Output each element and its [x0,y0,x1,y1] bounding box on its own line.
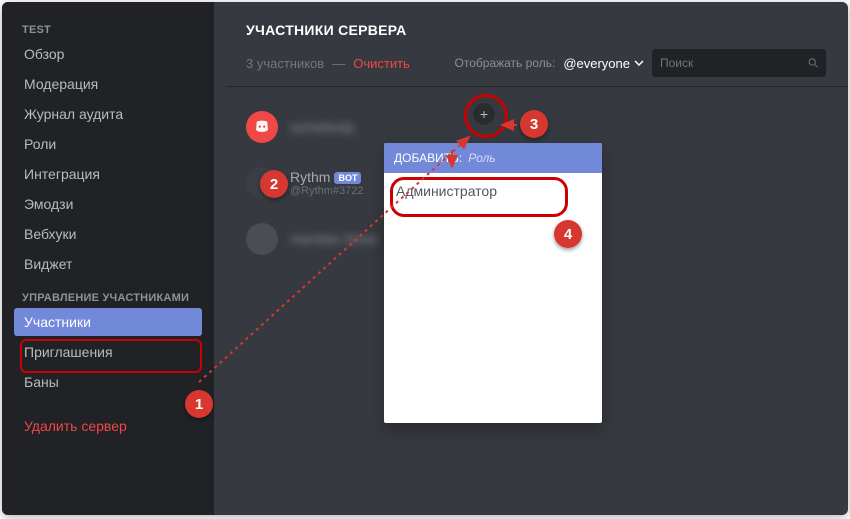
search-input[interactable] [658,55,807,71]
popup-header: ДОБАВИТЬ: [384,143,602,173]
main-panel: УЧАСТНИКИ СЕРВЕРА 3 участников — Очистит… [226,2,848,515]
member-name: somebody [290,119,355,135]
sidebar-category-test: TEST [22,24,202,36]
display-role-label: Отображать роль: [455,56,556,70]
member-name: member three [290,231,377,247]
members-toolbar: 3 участников — Очистить Отображать роль:… [246,48,826,78]
members-list: somebody + RythmBOT @Rythm#3722 member t… [246,105,826,261]
role-filter-value: @everyone [563,56,630,71]
discord-logo-icon [253,118,271,136]
sidebar-item-invites[interactable]: Приглашения [14,338,202,366]
avatar [246,167,278,199]
avatar [246,223,278,255]
sidebar-item-overview[interactable]: Обзор [14,40,202,68]
sidebar-item-webhooks[interactable]: Вебхуки [14,220,202,248]
sidebar-category-members: УПРАВЛЕНИЕ УЧАСТНИКАМИ [22,292,202,304]
add-role-button[interactable]: + [472,102,496,126]
member-name: RythmBOT [290,169,364,185]
sidebar-item-audit-log[interactable]: Журнал аудита [14,100,202,128]
popup-role-item[interactable]: Администратор [384,173,602,209]
sidebar-item-integrations[interactable]: Интеграция [14,160,202,188]
sidebar-delete-server[interactable]: Удалить сервер [14,412,202,440]
chevron-down-icon [634,58,644,68]
sidebar-item-roles[interactable]: Роли [14,130,202,158]
app-window: TEST Обзор Модерация Журнал аудита Роли … [2,2,848,515]
avatar [246,111,278,143]
page-title: УЧАСТНИКИ СЕРВЕРА [246,22,826,38]
role-filter-select[interactable]: @everyone [563,56,644,71]
search-icon [807,56,820,70]
member-tag: @Rythm#3722 [290,185,364,197]
dash: — [332,56,345,71]
member-count: 3 участников [246,56,324,71]
popup-add-label: ДОБАВИТЬ: [394,151,462,165]
settings-sidebar: TEST Обзор Модерация Журнал аудита Роли … [2,2,214,515]
clear-link[interactable]: Очистить [353,56,410,71]
sidebar-item-members[interactable]: Участники [14,308,202,336]
sidebar-item-emoji[interactable]: Эмодзи [14,190,202,218]
sidebar-item-widget[interactable]: Виджет [14,250,202,278]
search-box[interactable] [652,49,826,77]
role-popup: ДОБАВИТЬ: Администратор [384,143,602,423]
popup-role-input[interactable] [466,150,602,166]
divider [226,86,848,87]
bot-badge: BOT [334,172,361,184]
sidebar-item-bans[interactable]: Баны [14,368,202,396]
sidebar-item-moderation[interactable]: Модерация [14,70,202,98]
